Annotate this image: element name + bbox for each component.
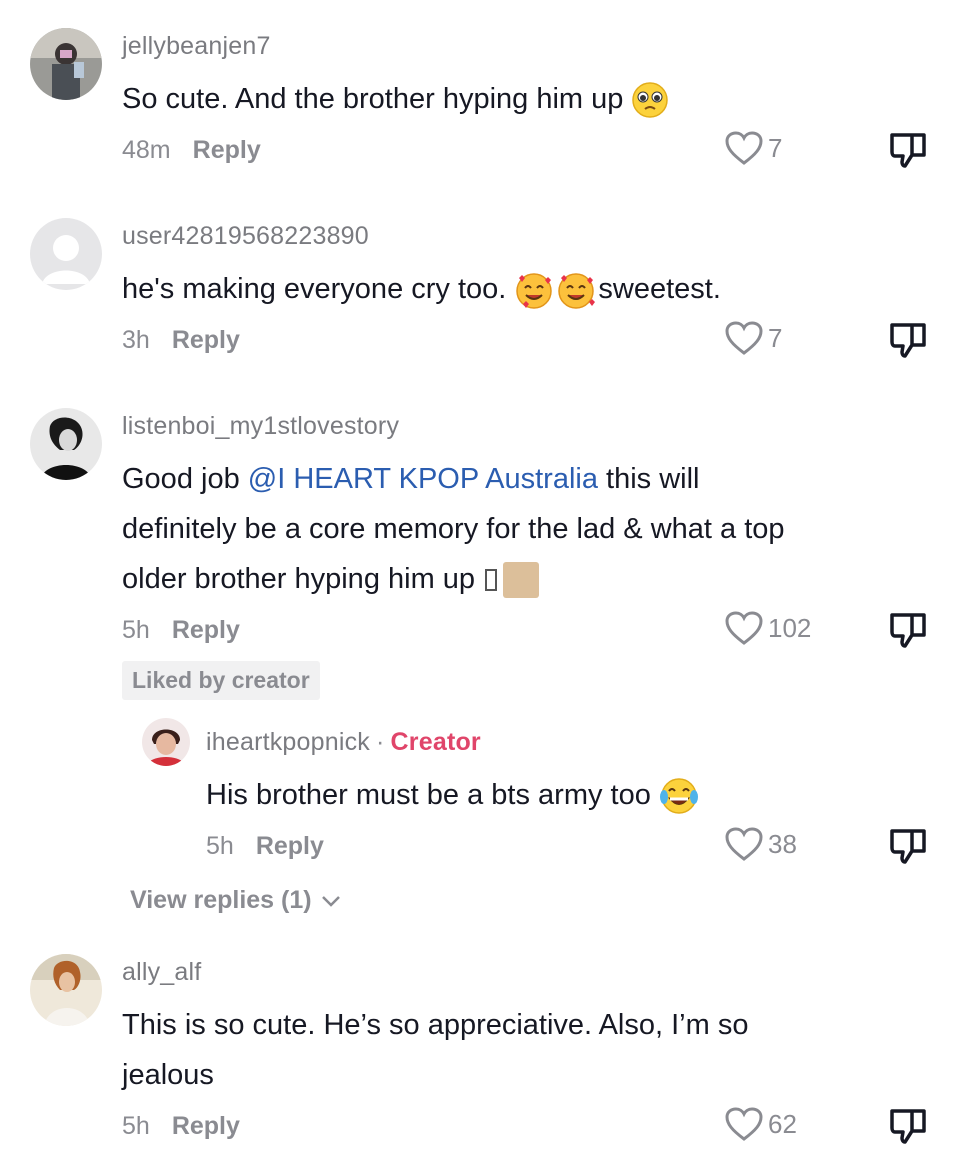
comment-time: 5h: [122, 616, 150, 644]
smiling-face-with-hearts-emoji: [514, 270, 598, 310]
comment-username[interactable]: listenboi_my1stlovestory: [122, 412, 399, 441]
like-button[interactable]: 7: [724, 130, 782, 166]
reply-username[interactable]: iheartkpopnick: [206, 728, 370, 756]
like-button[interactable]: 7: [724, 320, 782, 356]
comment-time: 3h: [122, 326, 150, 354]
view-replies-label: View replies (1): [130, 886, 312, 914]
reply-time: 5h: [206, 832, 234, 860]
like-button[interactable]: 102: [724, 610, 811, 646]
avatar[interactable]: [30, 408, 102, 480]
reply-username-row: iheartkpopnick · Creator: [206, 728, 481, 757]
avatar[interactable]: [30, 218, 102, 290]
thumbs-down-icon[interactable]: [888, 826, 928, 866]
reply-button[interactable]: Reply: [256, 832, 324, 860]
separator-dot: ·: [376, 728, 385, 756]
reply-meta: 5h Reply: [206, 832, 324, 861]
reply-button[interactable]: Reply: [193, 136, 261, 164]
like-count: 7: [768, 132, 783, 163]
comment-text-body: this will: [606, 463, 700, 495]
avatar[interactable]: [30, 28, 102, 100]
view-replies-button[interactable]: View replies (1): [130, 886, 342, 915]
pleading-face-emoji: [631, 81, 669, 119]
comment-time: 5h: [122, 1112, 150, 1140]
thumbs-down-icon[interactable]: [888, 1106, 928, 1146]
liked-by-creator-badge: Liked by creator: [122, 661, 320, 700]
creator-tag: Creator: [390, 728, 481, 756]
like-count: 7: [768, 322, 783, 353]
like-count: 38: [768, 828, 797, 859]
comment-text-body: older brother hyping him up: [122, 563, 476, 595]
missing-glyph: [485, 569, 498, 592]
comment-username[interactable]: ally_alf: [122, 958, 201, 987]
thumbs-down-icon[interactable]: [888, 610, 928, 650]
heart-outline-icon: [725, 1107, 763, 1141]
comment-text-body: he's making everyone cry too.: [122, 273, 507, 305]
comment-text-line: definitely be a core memory for the lad …: [122, 513, 785, 545]
comment-text: he's making everyone cry too. sweetest.: [122, 264, 721, 314]
heart-outline-icon: [725, 321, 763, 355]
comments-list: jellybeanjen7 So cute. And the brother h…: [0, 0, 960, 1156]
avatar[interactable]: [142, 718, 190, 766]
skin-tone-swatch: [503, 562, 540, 599]
comment-time: 48m: [122, 136, 171, 164]
thumbs-down-icon[interactable]: [888, 320, 928, 360]
heart-outline-icon: [725, 827, 763, 861]
comment-text: So cute. And the brother hyping him up: [122, 74, 669, 124]
comment-meta: 5h Reply: [122, 616, 240, 645]
heart-outline-icon: [725, 611, 763, 645]
reply-button[interactable]: Reply: [172, 326, 240, 354]
comment-meta: 5h Reply: [122, 1112, 240, 1141]
comment-text-line: older brother hyping him up: [122, 554, 540, 604]
comment-username[interactable]: user42819568223890: [122, 222, 369, 251]
like-count: 62: [768, 1108, 797, 1139]
comment-text-line: jealous: [122, 1059, 214, 1091]
comment-username[interactable]: jellybeanjen7: [122, 32, 271, 61]
heart-outline-icon: [725, 131, 763, 165]
like-button[interactable]: 62: [724, 1106, 797, 1142]
like-count: 102: [768, 612, 812, 643]
comment-text-body: Good job: [122, 463, 240, 495]
face-with-tears-of-joy-emoji: [659, 777, 699, 815]
like-button[interactable]: 38: [724, 826, 797, 862]
comment-meta: 48m Reply: [122, 136, 261, 165]
reply-text-body: His brother must be a bts army too: [206, 779, 651, 811]
thumbs-down-icon[interactable]: [888, 130, 928, 170]
chevron-down-icon: [321, 895, 340, 907]
comment-text-tail: sweetest.: [598, 273, 721, 305]
mention-link[interactable]: @I HEART KPOP Australia: [248, 463, 598, 495]
reply-button[interactable]: Reply: [172, 1112, 240, 1140]
comment-text-body: So cute. And the brother hyping him up: [122, 83, 624, 115]
comment-text-line: Good job @I HEART KPOP Australia this wi…: [122, 454, 700, 504]
reply-text: His brother must be a bts army too: [206, 770, 699, 820]
avatar[interactable]: [30, 954, 102, 1026]
comment-meta: 3h Reply: [122, 326, 240, 355]
reply-button[interactable]: Reply: [172, 616, 240, 644]
comment-text-line: This is so cute. He’s so appreciative. A…: [122, 1009, 749, 1041]
